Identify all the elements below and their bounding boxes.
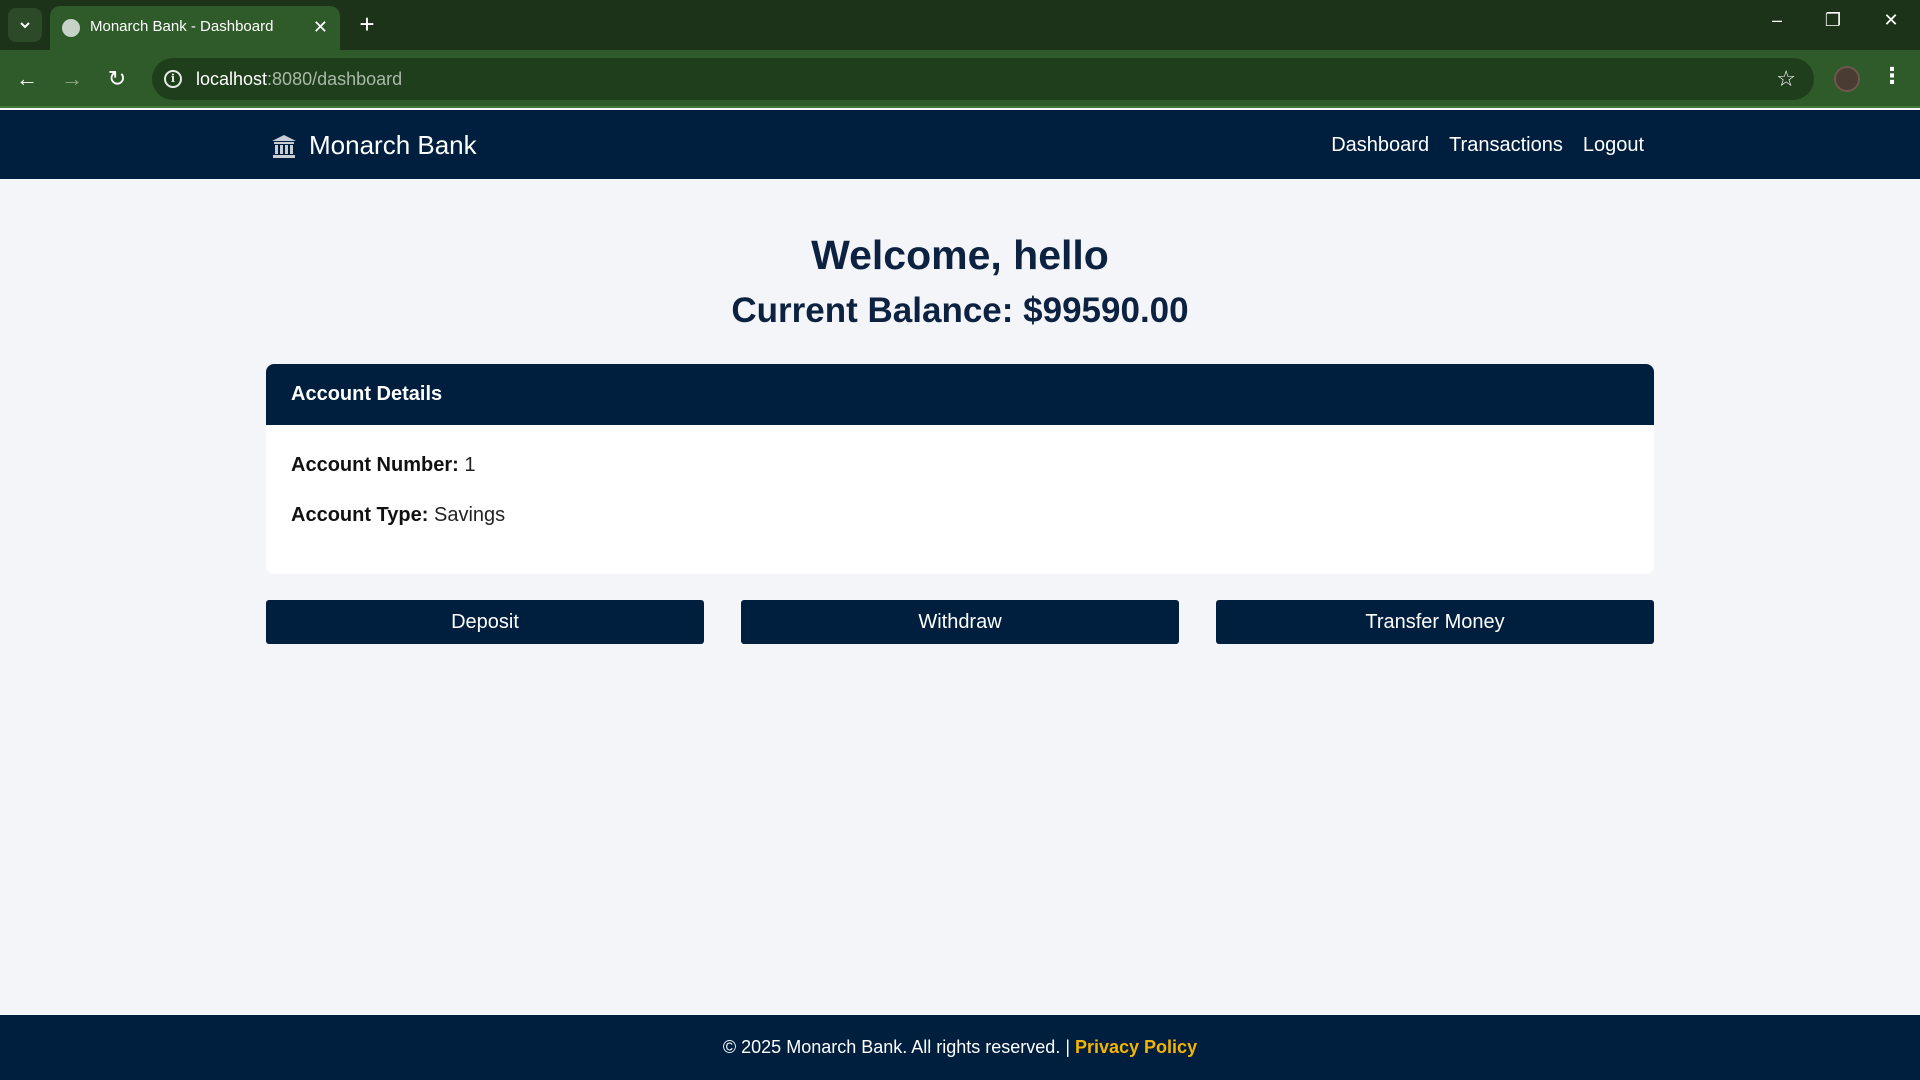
globe-icon <box>62 19 80 37</box>
footer-copyright: © 2025 Monarch Bank. All rights reserved… <box>722 1037 1075 1057</box>
url-text[interactable]: localhost:8080/dashboard <box>196 69 402 90</box>
transfer-money-button[interactable]: Transfer Money <box>1216 600 1654 644</box>
nav-link-dashboard[interactable]: Dashboard <box>1331 134 1429 157</box>
profile-avatar[interactable] <box>1834 66 1860 92</box>
new-tab-button[interactable]: + <box>352 10 382 38</box>
account-details-card: Account Details Account Number: 1 Accoun… <box>266 364 1654 574</box>
footer: © 2025 Monarch Bank. All rights reserved… <box>0 1015 1920 1080</box>
nav-links: Dashboard Transactions Logout <box>1331 134 1644 157</box>
balance-heading: Current Balance: $99590.00 <box>731 291 1189 330</box>
card-header: Account Details <box>266 364 1654 425</box>
restore-icon[interactable]: ❐ <box>1818 10 1848 31</box>
account-type-value: Savings <box>433 504 506 526</box>
site-info-icon[interactable]: i <box>164 70 182 88</box>
back-arrow-icon[interactable]: ← <box>12 64 42 94</box>
browser-tab-strip: Monarch Bank - Dashboard ✕ + – ❐ ✕ <box>0 0 1920 50</box>
brand[interactable]: Monarch Bank <box>271 130 477 161</box>
chevron-down-icon <box>20 22 30 29</box>
menu-kebab-icon[interactable]: ⋮ <box>1880 63 1904 89</box>
account-type-label: Account Type: <box>291 504 429 526</box>
nav-link-transactions[interactable]: Transactions <box>1449 134 1563 157</box>
tab-title: Monarch Bank - Dashboard <box>90 18 274 35</box>
account-type-row: Account Type: Savings <box>291 504 505 527</box>
welcome-heading: Welcome, hello <box>811 232 1109 278</box>
brand-name: Monarch Bank <box>309 130 477 160</box>
withdraw-button[interactable]: Withdraw <box>741 600 1179 644</box>
deposit-button[interactable]: Deposit <box>266 600 704 644</box>
reload-icon[interactable]: ↻ <box>102 64 132 94</box>
browser-toolbar: ← → ↻ i localhost:8080/dashboard ☆ ⋮ <box>0 50 1920 108</box>
address-bar[interactable]: i localhost:8080/dashboard ☆ <box>152 58 1814 100</box>
tab-search-button[interactable] <box>8 8 42 42</box>
app-navbar: Monarch Bank Dashboard Transactions Logo… <box>0 110 1920 179</box>
browser-tab[interactable]: Monarch Bank - Dashboard ✕ <box>50 6 340 50</box>
bank-icon <box>272 134 296 158</box>
forward-arrow-icon[interactable]: → <box>57 64 87 94</box>
account-number-row: Account Number: 1 <box>291 454 475 477</box>
close-window-icon[interactable]: ✕ <box>1876 10 1906 31</box>
privacy-policy-link[interactable]: Privacy Policy <box>1075 1037 1197 1057</box>
nav-link-logout[interactable]: Logout <box>1583 134 1644 157</box>
minimize-icon[interactable]: – <box>1762 10 1792 31</box>
account-number-label: Account Number: <box>291 454 459 476</box>
bookmark-star-icon[interactable]: ☆ <box>1776 66 1796 92</box>
account-number-value: 1 <box>464 454 476 476</box>
close-tab-icon[interactable]: ✕ <box>313 17 328 37</box>
